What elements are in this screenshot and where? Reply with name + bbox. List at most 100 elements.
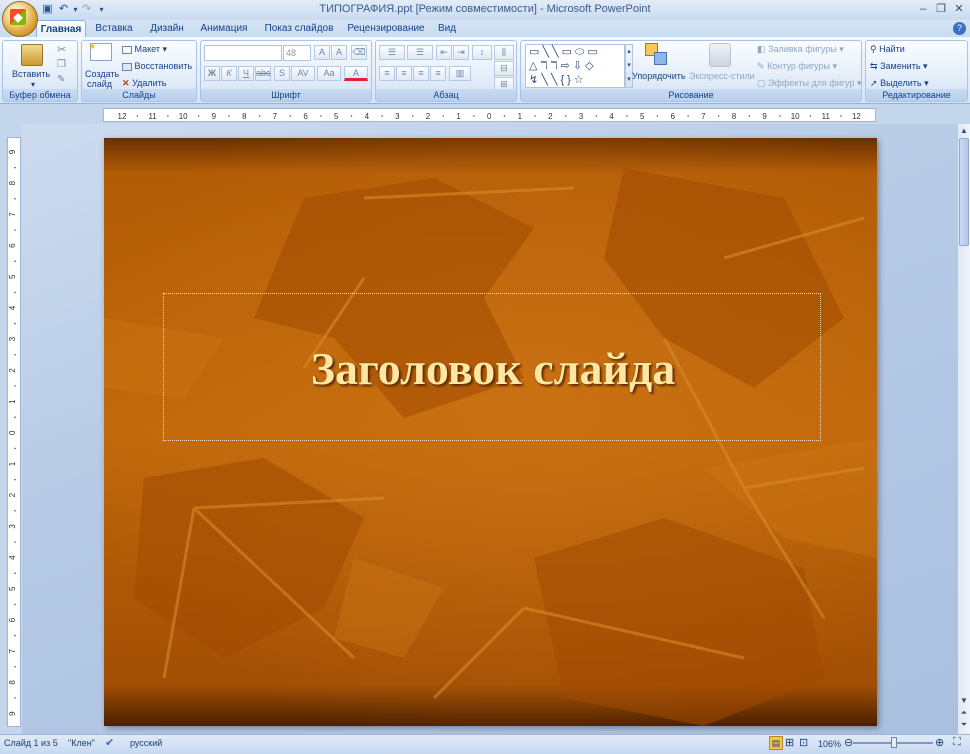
group-label-drawing: Рисование	[521, 89, 861, 101]
scrollbar-thumb[interactable]	[959, 138, 969, 246]
ruler-label: 2	[8, 492, 17, 497]
zoom-out-icon[interactable]: ⊖	[844, 736, 853, 749]
tab-review[interactable]: Рецензирование	[343, 20, 429, 37]
ruler-tick	[14, 166, 16, 169]
tab-design[interactable]: Дизайн	[144, 20, 190, 37]
arrange-button[interactable]: Упорядочить	[632, 71, 686, 81]
group-drawing: ▭╲╲▭⬭▭ △ℸℸ⇨⇩◇ ↯╲╲{}☆ ▴ ▾ ▾ Упорядочить Экспр…	[520, 40, 862, 102]
scroll-up-icon[interactable]: ▲	[958, 125, 970, 137]
char-spacing-button[interactable]: AV	[291, 66, 315, 81]
copy-icon[interactable]: ❐	[57, 59, 66, 70]
increase-indent-icon[interactable]: ⇥	[453, 45, 469, 60]
ruler-tick	[748, 115, 751, 117]
line-spacing-icon[interactable]: ↕	[472, 45, 492, 60]
shadow-button[interactable]: S	[274, 66, 290, 81]
reset-button[interactable]: Восстановить	[122, 59, 192, 73]
scroll-down-icon[interactable]: ▼	[958, 695, 970, 707]
tab-slideshow[interactable]: Показ слайдов	[261, 20, 337, 37]
ruler-label: 11	[822, 112, 831, 121]
close-icon[interactable]: ✕	[950, 2, 968, 17]
align-left-icon[interactable]: ≡	[379, 66, 395, 81]
ruler-tick	[14, 541, 16, 543]
paste-dropdown-icon[interactable]: ▾	[31, 80, 35, 89]
delete-slide-button[interactable]: ✕ Удалить	[122, 76, 166, 90]
font-size-combo[interactable]: 48	[283, 45, 311, 61]
italic-button[interactable]: К	[221, 66, 237, 81]
font-color-button[interactable]: A	[344, 66, 368, 81]
columns-icon[interactable]: ▥	[449, 66, 471, 81]
align-right-icon[interactable]: ≡	[413, 66, 429, 81]
shapes-gallery[interactable]: ▭╲╲▭⬭▭ △ℸℸ⇨⇩◇ ↯╲╲{}☆	[525, 44, 625, 88]
shapes-gallery-scroll[interactable]: ▴ ▾ ▾	[625, 44, 633, 88]
paste-button[interactable]: Вставить	[12, 69, 50, 79]
title-placeholder[interactable]: Заголовок слайда	[163, 293, 821, 441]
layout-button[interactable]: Макет ▾	[122, 42, 167, 56]
shape-outline-button[interactable]: ✎ Контур фигуры ▾	[757, 59, 837, 73]
group-paragraph: ☰ ☰ ⇤ ⇥ ↕ ≡ ≡ ≡ ≡ ▥ ⫼ ⊟ ⊞ Абзац	[375, 40, 517, 102]
find-button[interactable]: ⚲ Найти	[870, 42, 905, 56]
numbering-icon[interactable]: ☰	[407, 45, 433, 60]
zoom-in-icon[interactable]: ⊕	[935, 736, 944, 749]
quick-styles-button[interactable]: Экспресс-стили	[689, 71, 755, 81]
next-slide-icon[interactable]: ⏷	[958, 719, 970, 731]
tab-home[interactable]: Главная	[36, 20, 86, 37]
ruler-label: 1	[8, 399, 17, 404]
ruler-tick	[687, 115, 689, 117]
zoom-level[interactable]: 106%	[818, 739, 841, 749]
shape-fill-button[interactable]: ◧ Заливка фигуры ▾	[757, 42, 844, 56]
ruler-label: 11	[148, 112, 157, 121]
slide-canvas[interactable]: Заголовок слайда	[104, 138, 877, 726]
tab-view[interactable]: Вид	[434, 20, 460, 37]
tab-insert[interactable]: Вставка	[90, 20, 138, 37]
change-case-button[interactable]: Aa	[317, 66, 341, 81]
ruler-tick	[14, 260, 16, 262]
ruler-tick	[717, 115, 720, 117]
clear-format-icon[interactable]: ⌫	[351, 45, 367, 60]
status-language[interactable]: русский	[130, 738, 162, 748]
ruler-tick	[14, 447, 16, 450]
ruler-label: 3	[8, 524, 17, 529]
normal-view-icon[interactable]: ▤	[769, 736, 783, 750]
prev-slide-icon[interactable]: ⏶	[958, 707, 970, 719]
slideshow-view-icon[interactable]: ⊡	[799, 736, 808, 749]
ruler-label: 12	[118, 112, 127, 121]
tab-animation[interactable]: Анимация	[195, 20, 253, 37]
justify-icon[interactable]: ≡	[430, 66, 446, 81]
slide-title[interactable]: Заголовок слайда	[164, 342, 822, 395]
new-slide-button[interactable]: Создать	[85, 69, 119, 79]
cursor-icon: ➚	[870, 78, 878, 88]
replace-button[interactable]: ⇆ Заменить ▾	[870, 59, 928, 73]
font-name-combo[interactable]	[204, 45, 282, 61]
select-button[interactable]: ➚ Выделить ▾	[870, 76, 929, 90]
help-icon[interactable]: ?	[953, 22, 966, 35]
restore-icon[interactable]: ❐	[932, 2, 950, 17]
new-slide-button-line2[interactable]: слайд	[87, 79, 112, 89]
slide-sorter-icon[interactable]: ⊞	[785, 736, 794, 749]
zoom-slider-thumb[interactable]	[891, 737, 897, 748]
text-direction-icon[interactable]: ⫼	[494, 45, 514, 60]
ruler-tick	[381, 115, 383, 117]
spellcheck-icon[interactable]: ✔	[105, 736, 114, 749]
bullets-icon[interactable]: ☰	[379, 45, 405, 60]
shape-fill-label: Заливка фигуры	[768, 44, 837, 54]
decrease-indent-icon[interactable]: ⇤	[436, 45, 452, 60]
bold-button[interactable]: Ж	[204, 66, 220, 81]
grow-font-icon[interactable]: A	[314, 45, 330, 60]
group-label-slides: Слайды	[82, 89, 196, 101]
ruler-tick	[258, 115, 261, 117]
shape-effects-label: Эффекты для фигур	[768, 78, 855, 88]
shape-effects-button[interactable]: ▢ Эффекты для фигур ▾	[757, 76, 861, 90]
group-label-paragraph: Абзац	[376, 89, 516, 101]
fit-to-window-icon[interactable]: ⛶	[953, 736, 961, 749]
strikethrough-button[interactable]: abc	[255, 66, 271, 81]
align-center-icon[interactable]: ≡	[396, 66, 412, 81]
office-logo-icon: ◆	[10, 9, 26, 25]
cut-icon[interactable]: ✂	[57, 43, 66, 56]
align-text-icon[interactable]: ⊟	[494, 61, 514, 76]
minimize-icon[interactable]: –	[914, 2, 932, 17]
underline-button[interactable]: Ч	[238, 66, 254, 81]
ruler-label: 7	[8, 212, 17, 217]
ruler-tick	[14, 478, 16, 481]
shrink-font-icon[interactable]: A	[331, 45, 347, 60]
format-painter-icon[interactable]: ✎	[57, 74, 65, 85]
